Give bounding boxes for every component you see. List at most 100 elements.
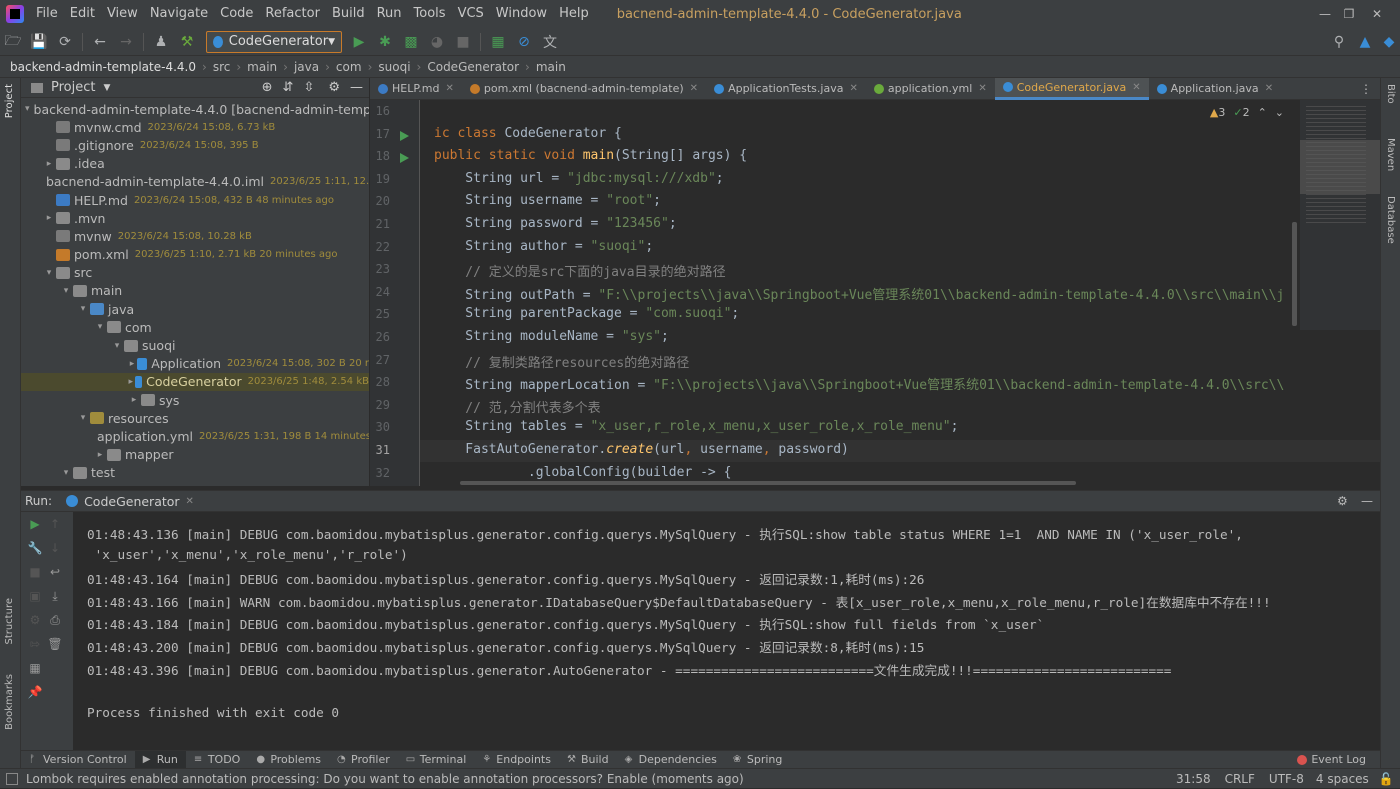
next-highlight-icon[interactable]: ⌄	[1275, 106, 1284, 119]
code-line[interactable]: public static void main(String[] args) {	[434, 148, 747, 163]
sync-icon[interactable]: ⟳	[54, 31, 76, 53]
menu-item-navigate[interactable]: Navigate	[144, 0, 214, 28]
expanded-arrow-icon[interactable]: ▾	[25, 104, 30, 114]
user-icon[interactable]: ♟	[150, 31, 172, 53]
stop-icon[interactable]: ■	[452, 31, 474, 53]
tool-window-button[interactable]: ◈ Dependencies	[617, 751, 725, 769]
debug-icon[interactable]: ✱	[374, 31, 396, 53]
code-line[interactable]: String moduleName = "sys";	[434, 329, 669, 344]
expanded-arrow-icon[interactable]: ▾	[76, 304, 90, 314]
editor-tab[interactable]: CodeGenerator.java ✕	[994, 77, 1149, 100]
file-encoding[interactable]: UTF-8	[1269, 772, 1304, 786]
menu-item-window[interactable]: Window	[490, 0, 553, 28]
tree-node[interactable]: ▾ test	[21, 464, 369, 482]
code-line[interactable]: String username = "root";	[434, 193, 661, 208]
search-icon[interactable]: ⚲	[1328, 31, 1350, 53]
tool-window-button[interactable]: ▶ Run	[134, 750, 186, 769]
code-line[interactable]: String author = "suoqi";	[434, 239, 653, 254]
close-tab-icon[interactable]: ✕	[978, 83, 986, 94]
menu-item-run[interactable]: Run	[371, 0, 408, 28]
editor-tab[interactable]: application.yml ✕	[866, 78, 995, 100]
tree-node[interactable]: ▾ backend-admin-template-4.4.0 [bacnend-a…	[21, 100, 369, 118]
menu-item-vcs[interactable]: VCS	[452, 0, 490, 28]
build-hammer-icon[interactable]: ⚒	[176, 31, 198, 53]
close-tab-icon[interactable]: ✕	[1132, 82, 1140, 93]
tree-node[interactable]: ▸ CodeGenerator 2023/6/25 1:48, 2.54 kB	[21, 372, 369, 391]
vertical-scrollbar[interactable]	[1292, 222, 1297, 326]
coverage-icon[interactable]: ▩	[400, 31, 422, 53]
event-log-button[interactable]: Event Log	[1289, 751, 1374, 769]
forward-icon[interactable]: →	[115, 31, 137, 53]
expanded-arrow-icon[interactable]: ▾	[59, 468, 73, 478]
tree-node[interactable]: HELP.md 2023/6/24 15:08, 432 B 48 minutes…	[21, 191, 369, 209]
tree-node[interactable]: ▸ .idea	[21, 155, 369, 173]
close-tab-icon[interactable]: ✕	[690, 83, 698, 94]
save-all-icon[interactable]: 💾	[28, 31, 50, 53]
rerun-icon[interactable]: ▶	[25, 514, 45, 534]
prev-highlight-icon[interactable]: ⌃	[1258, 106, 1267, 119]
exit-icon[interactable]: ⇰	[25, 634, 45, 654]
ok-count[interactable]: ✓2	[1233, 106, 1249, 119]
run-gutter-icon[interactable]	[400, 153, 409, 164]
no-entry-icon[interactable]: ⊘	[513, 31, 535, 53]
tree-node[interactable]: ▾ main	[21, 282, 369, 300]
expand-all-icon[interactable]: ⇵	[283, 80, 294, 95]
collapsed-arrow-icon[interactable]: ▸	[42, 213, 56, 223]
database-tool-label[interactable]: Database	[1385, 196, 1396, 244]
settings-gear-icon[interactable]: ⚙	[1337, 494, 1348, 508]
run-gutter-icon[interactable]	[400, 130, 409, 141]
locate-icon[interactable]: ⊕	[262, 80, 273, 95]
close-tab-icon[interactable]: ✕	[445, 83, 453, 94]
wrench-icon[interactable]: 🔧	[25, 538, 45, 558]
tree-node[interactable]: ▸ mapper	[21, 446, 369, 464]
tree-node[interactable]: ▾ com	[21, 318, 369, 336]
bookmarks-tool-label[interactable]: Bookmarks	[4, 674, 15, 730]
soft-wrap-icon[interactable]: ↩	[45, 562, 65, 582]
tree-node[interactable]: ▸ Application 2023/6/24 15:08, 302 B 20 r	[21, 355, 369, 373]
open-folder-icon[interactable]: 🗁	[2, 31, 24, 53]
breadcrumb-item[interactable]: main	[532, 60, 570, 74]
project-panel-title[interactable]: Project	[51, 80, 95, 95]
tree-node[interactable]: ▾ resources	[21, 409, 369, 427]
chevron-down-icon[interactable]: ▼	[103, 83, 110, 93]
run-icon[interactable]: ▶	[348, 31, 370, 53]
restore-layout-icon[interactable]: ⚙	[25, 610, 45, 630]
close-icon[interactable]: ✕	[1354, 0, 1400, 28]
tool-window-button[interactable]: ❀ Spring	[725, 751, 791, 769]
tree-node[interactable]: ▸ sys	[21, 391, 369, 409]
horizontal-scrollbar[interactable]	[460, 481, 1076, 485]
expanded-arrow-icon[interactable]: ▾	[59, 286, 73, 296]
code-line[interactable]: String outPath = "F:\\projects\\java\\Sp…	[434, 284, 1284, 303]
breadcrumb-item[interactable]: main	[243, 60, 281, 74]
editor-tab[interactable]: ApplicationTests.java ✕	[706, 78, 866, 100]
breadcrumb-item[interactable]: backend-admin-template-4.4.0	[0, 60, 200, 74]
editor-tab[interactable]: HELP.md ✕	[370, 78, 462, 100]
tool-window-button[interactable]: ◔ Profiler	[329, 751, 398, 769]
menu-item-refactor[interactable]: Refactor	[259, 0, 326, 28]
menu-item-code[interactable]: Code	[214, 0, 259, 28]
breadcrumb-item[interactable]: java	[290, 60, 323, 74]
tree-node[interactable]: application.yml 2023/6/25 1:31, 198 B 14 …	[21, 427, 369, 445]
tree-node[interactable]: bacnend-admin-template-4.4.0.iml 2023/6/2…	[21, 173, 369, 191]
hide-panel-icon[interactable]: —	[1361, 494, 1373, 508]
code-line[interactable]: String mapperLocation = "F:\\projects\\j…	[434, 374, 1284, 393]
breadcrumb-item[interactable]: src	[209, 60, 235, 74]
tree-node[interactable]: ▾ src	[21, 264, 369, 282]
tree-node[interactable]: .gitignore 2023/6/24 15:08, 395 B	[21, 136, 369, 154]
expanded-arrow-icon[interactable]: ▾	[110, 341, 124, 351]
collapsed-arrow-icon[interactable]: ▸	[93, 450, 107, 460]
lock-icon[interactable]: 🔓	[1379, 772, 1394, 786]
tree-node[interactable]: ▾ java	[21, 300, 369, 318]
expanded-arrow-icon[interactable]: ▾	[42, 268, 56, 278]
stop-icon[interactable]: ■	[25, 562, 45, 582]
tree-node[interactable]: mvnw.cmd 2023/6/24 15:08, 6.73 kB	[21, 118, 369, 136]
breadcrumb-item[interactable]: suoqi	[374, 60, 414, 74]
code-line[interactable]: String url = "jdbc:mysql:///xdb";	[434, 171, 723, 186]
code-line[interactable]: ic class CodeGenerator {	[434, 126, 622, 141]
close-tab-icon[interactable]: ✕	[186, 496, 194, 507]
caret-position[interactable]: 31:58	[1176, 772, 1211, 786]
editor-tab[interactable]: Application.java ✕	[1149, 78, 1281, 100]
tool-window-button[interactable]: ≡ TODO	[186, 751, 249, 769]
menu-item-build[interactable]: Build	[326, 0, 371, 28]
camera-icon[interactable]: ▣	[25, 586, 45, 606]
